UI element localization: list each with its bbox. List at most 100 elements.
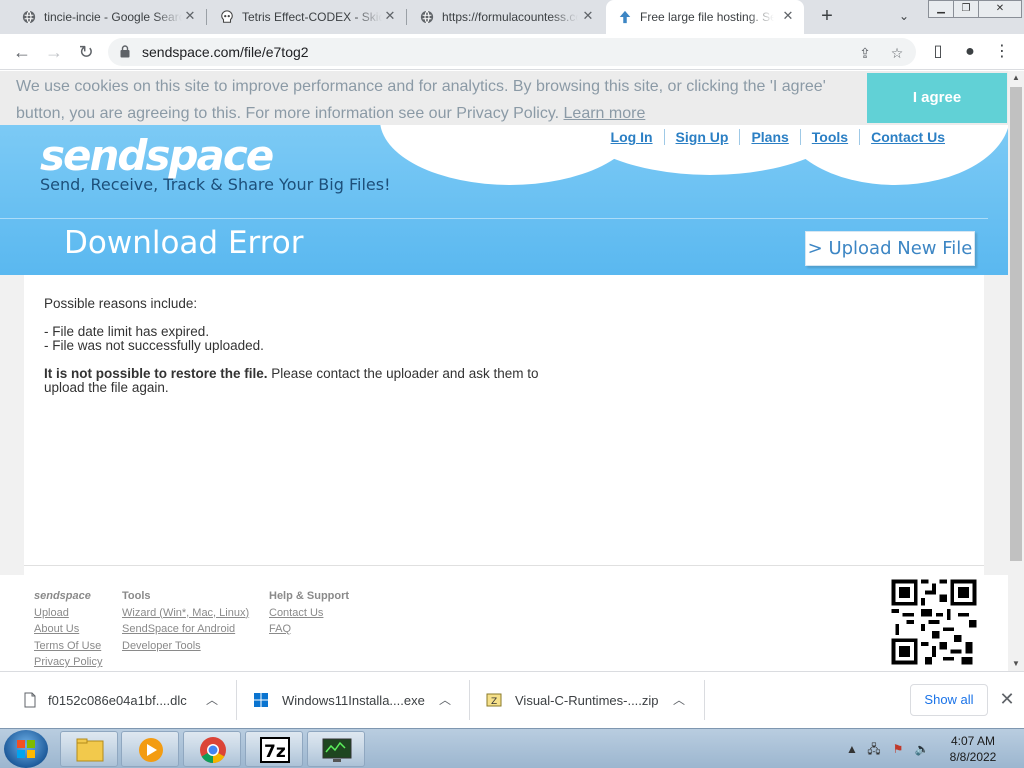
chevron-down-icon[interactable]: ⌄ [896, 9, 912, 25]
scrollbar-thumb[interactable] [1010, 87, 1022, 561]
nav-sign-up[interactable]: Sign Up [663, 129, 740, 145]
footer-heading: sendspace [34, 590, 91, 602]
footer-heading: Help & Support [269, 590, 350, 602]
sendspace-icon [619, 10, 631, 24]
share-icon[interactable]: ⇪ [856, 44, 874, 62]
taskbar-chrome[interactable] [183, 731, 241, 767]
menu-icon[interactable]: ⋮ [992, 42, 1012, 62]
footer-link-terms[interactable]: Terms Of Use [34, 638, 102, 655]
reload-button[interactable]: ↻ [76, 42, 96, 62]
download-filename: f0152c086e04a1bf....dlc [48, 693, 187, 708]
restore-button[interactable]: ❐ [953, 0, 979, 18]
page-scrollbar[interactable]: ▲ ▼ [1008, 71, 1024, 671]
nav-log-in[interactable]: Log In [600, 129, 664, 145]
7zip-icon: 7z [260, 737, 290, 763]
restore-bold: It is not possible to restore the file. [44, 366, 268, 381]
volume-icon[interactable]: 🔈 [914, 741, 930, 757]
address-bar[interactable]: sendspace.com/file/e7tog2 ⇪ ☆ [108, 38, 916, 66]
tab-title: tincie-incie - Google Search [44, 10, 182, 24]
sendspace-logo[interactable]: sendspace [40, 131, 274, 180]
divider [704, 680, 705, 720]
windows-taskbar: 7z ▲ 🖧 ⚑ 🔈 4:07 AM 8/8/2022 [0, 728, 1024, 768]
restore-rest: Please contact the uploader and ask them… [267, 366, 539, 381]
restore-message-cont: upload the file again. [44, 380, 169, 395]
taskbar-media-player[interactable] [121, 731, 179, 767]
footer-link-developer[interactable]: Developer Tools [122, 638, 249, 655]
scroll-up-icon[interactable]: ▲ [1008, 71, 1024, 85]
close-icon[interactable]: ✕ [182, 8, 198, 24]
start-button[interactable] [4, 730, 48, 768]
globe-icon [22, 10, 36, 24]
learn-more-link[interactable]: Learn more [564, 105, 646, 122]
network-icon[interactable]: 🖧 [866, 741, 882, 757]
footer-link-contact[interactable]: Contact Us [269, 605, 349, 622]
download-item[interactable]: Z Visual-C-Runtimes-....zip ︿ [470, 672, 704, 729]
browser-toolbar: ← → ↻ sendspace.com/file/e7tog2 ⇪ ☆ ▯ ● … [0, 34, 1024, 70]
error-content: Possible reasons include: - File date li… [24, 275, 984, 565]
close-icon[interactable]: ✕ [580, 8, 596, 24]
close-icon[interactable]: ✕ [780, 8, 796, 24]
chevron-up-icon[interactable]: ︿ [673, 691, 685, 708]
upload-new-file-button[interactable]: > Upload New File [805, 231, 975, 266]
footer-heading: Tools [122, 590, 151, 602]
tab-skidrow[interactable]: Tetris Effect-CODEX - Skidrow ✕ [206, 0, 406, 34]
download-item[interactable]: f0152c086e04a1bf....dlc ︿ [0, 672, 236, 729]
footer-link-privacy[interactable]: Privacy Policy [34, 654, 102, 671]
download-filename: Visual-C-Runtimes-....zip [515, 693, 659, 708]
nav-plans[interactable]: Plans [739, 129, 799, 145]
i-agree-button[interactable]: I agree [867, 73, 1007, 123]
chevron-up-icon[interactable]: ▲ [844, 741, 860, 757]
star-icon[interactable]: ☆ [888, 44, 906, 62]
forward-button[interactable]: → [44, 42, 64, 62]
footer-link-upload[interactable]: Upload [34, 605, 102, 622]
tab-google-search[interactable]: tincie-incie - Google Search ✕ [0, 0, 206, 34]
taskbar-explorer[interactable] [60, 731, 118, 767]
download-item[interactable]: Windows11Installa....exe ︿ [237, 672, 469, 729]
nav-contact-us[interactable]: Contact Us [859, 129, 956, 145]
clock-date: 8/8/2022 [949, 750, 997, 764]
windows-icon [254, 693, 268, 707]
monitor-icon [322, 738, 352, 762]
footer-link-android[interactable]: SendSpace for Android [122, 621, 249, 638]
new-tab-button[interactable]: + [816, 6, 838, 28]
cookie-message: We use cookies on this site to improve p… [16, 78, 826, 122]
footer-link-faq[interactable]: FAQ [269, 621, 349, 638]
tab-title: Tetris Effect-CODEX - Skidrow [242, 10, 382, 24]
close-icon[interactable]: ✕ [998, 690, 1016, 708]
chevron-up-icon[interactable]: ︿ [206, 691, 218, 708]
reason-item: - File was not successfully uploaded. [44, 338, 264, 353]
close-window-button[interactable]: ✕ [978, 0, 1022, 18]
footer-link-wizard[interactable]: Wizard (Win*, Mac, Linux) [122, 605, 249, 622]
side-panel-icon[interactable]: ▯ [928, 42, 948, 62]
taskbar-task-manager[interactable] [307, 731, 365, 767]
clock[interactable]: 4:07 AM 8/8/2022 [940, 733, 1006, 765]
taskbar-7zip[interactable]: 7z [245, 731, 303, 767]
windows-logo-icon [17, 740, 35, 758]
tab-sendspace[interactable]: Free large file hosting. Send ✕ [606, 0, 804, 34]
svg-text:7z: 7z [264, 742, 286, 762]
close-icon[interactable]: ✕ [382, 8, 398, 24]
svg-text:Z: Z [491, 697, 497, 707]
nav-tools[interactable]: Tools [799, 129, 859, 145]
minimize-button[interactable]: ▁ [928, 0, 954, 18]
footer-link-about[interactable]: About Us [34, 621, 102, 638]
site-header: sendspace Send, Receive, Track & Share Y… [0, 125, 1008, 275]
chevron-up-icon[interactable]: ︿ [439, 691, 451, 708]
site-tagline: Send, Receive, Track & Share Your Big Fi… [40, 175, 391, 194]
chrome-icon [200, 737, 226, 764]
restore-message: It is not possible to restore the file. … [44, 367, 538, 381]
scroll-down-icon[interactable]: ▼ [1008, 657, 1024, 671]
folder-icon [76, 738, 104, 762]
tab-title: https://formulacountess.com [442, 10, 578, 24]
back-button[interactable]: ← [12, 42, 32, 62]
url-text: sendspace.com/file/e7tog2 [142, 44, 309, 60]
reason-item: - File date limit has expired. [44, 324, 210, 339]
reasons-intro: Possible reasons include: [44, 296, 198, 311]
clock-time: 4:07 AM [950, 734, 996, 748]
footer-col-sendspace: sendspace Upload About Us Terms Of Use P… [34, 588, 102, 671]
profile-icon[interactable]: ● [960, 42, 980, 62]
show-all-button[interactable]: Show all [910, 684, 988, 716]
flag-icon[interactable]: ⚑ [890, 741, 906, 757]
tab-formulacountess[interactable]: https://formulacountess.com ✕ [406, 0, 604, 34]
downloads-shelf: f0152c086e04a1bf....dlc ︿ Windows11Insta… [0, 671, 1024, 728]
